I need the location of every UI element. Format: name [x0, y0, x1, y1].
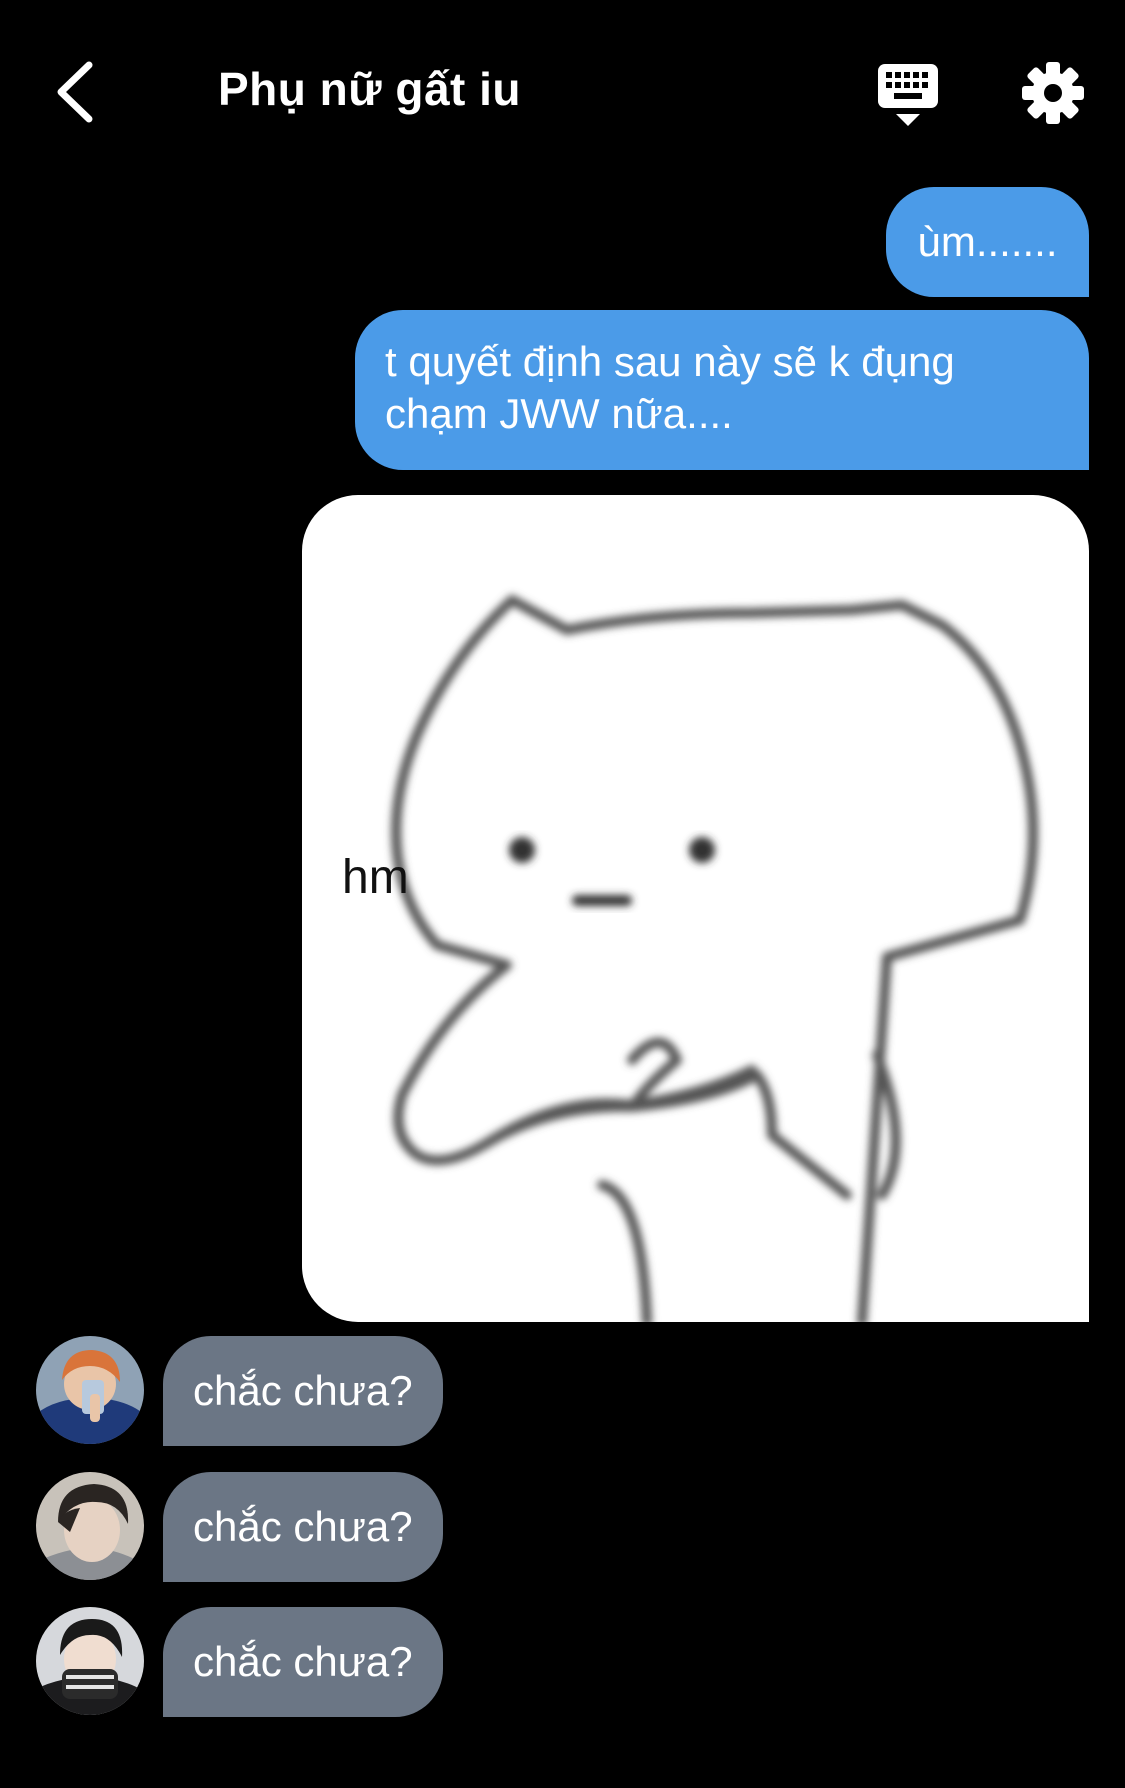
keyboard-hide-icon: [878, 64, 938, 126]
user-avatar-image: [36, 1472, 144, 1580]
chevron-left-icon: [57, 61, 93, 123]
chat-title: Phụ nữ gất iu: [218, 63, 522, 115]
sent-message-bubble[interactable]: t quyết định sau này sẽ k đụng chạm JWW …: [355, 310, 1089, 470]
avatar[interactable]: [36, 1607, 144, 1715]
message-text: chắc chưa?: [193, 1503, 413, 1550]
settings-button[interactable]: [1020, 60, 1086, 126]
chat-header: Phụ nữ gất iu: [0, 0, 1125, 180]
keyboard-toggle-button[interactable]: [872, 60, 944, 132]
received-message-bubble[interactable]: chắc chưa?: [163, 1336, 443, 1446]
received-message-bubble[interactable]: chắc chưa?: [163, 1607, 443, 1717]
avatar[interactable]: [36, 1336, 144, 1444]
cat-sticker-image: hm: [342, 595, 1039, 1322]
sent-message-bubble[interactable]: ùm.......: [886, 187, 1089, 297]
message-text: chắc chưa?: [193, 1638, 413, 1685]
sticker-caption: hm: [342, 851, 409, 904]
received-message-bubble[interactable]: chắc chưa?: [163, 1472, 443, 1582]
message-text: t quyết định sau này sẽ k đụng chạm JWW …: [385, 338, 955, 437]
user-avatar-image: [36, 1336, 144, 1444]
message-text: chắc chưa?: [193, 1367, 413, 1414]
sticker-message[interactable]: hm: [302, 495, 1089, 1322]
message-text: ùm.......: [917, 218, 1058, 265]
gear-icon: [1022, 62, 1084, 124]
back-button[interactable]: [36, 52, 116, 132]
user-avatar-image: [36, 1607, 144, 1715]
avatar[interactable]: [36, 1472, 144, 1580]
